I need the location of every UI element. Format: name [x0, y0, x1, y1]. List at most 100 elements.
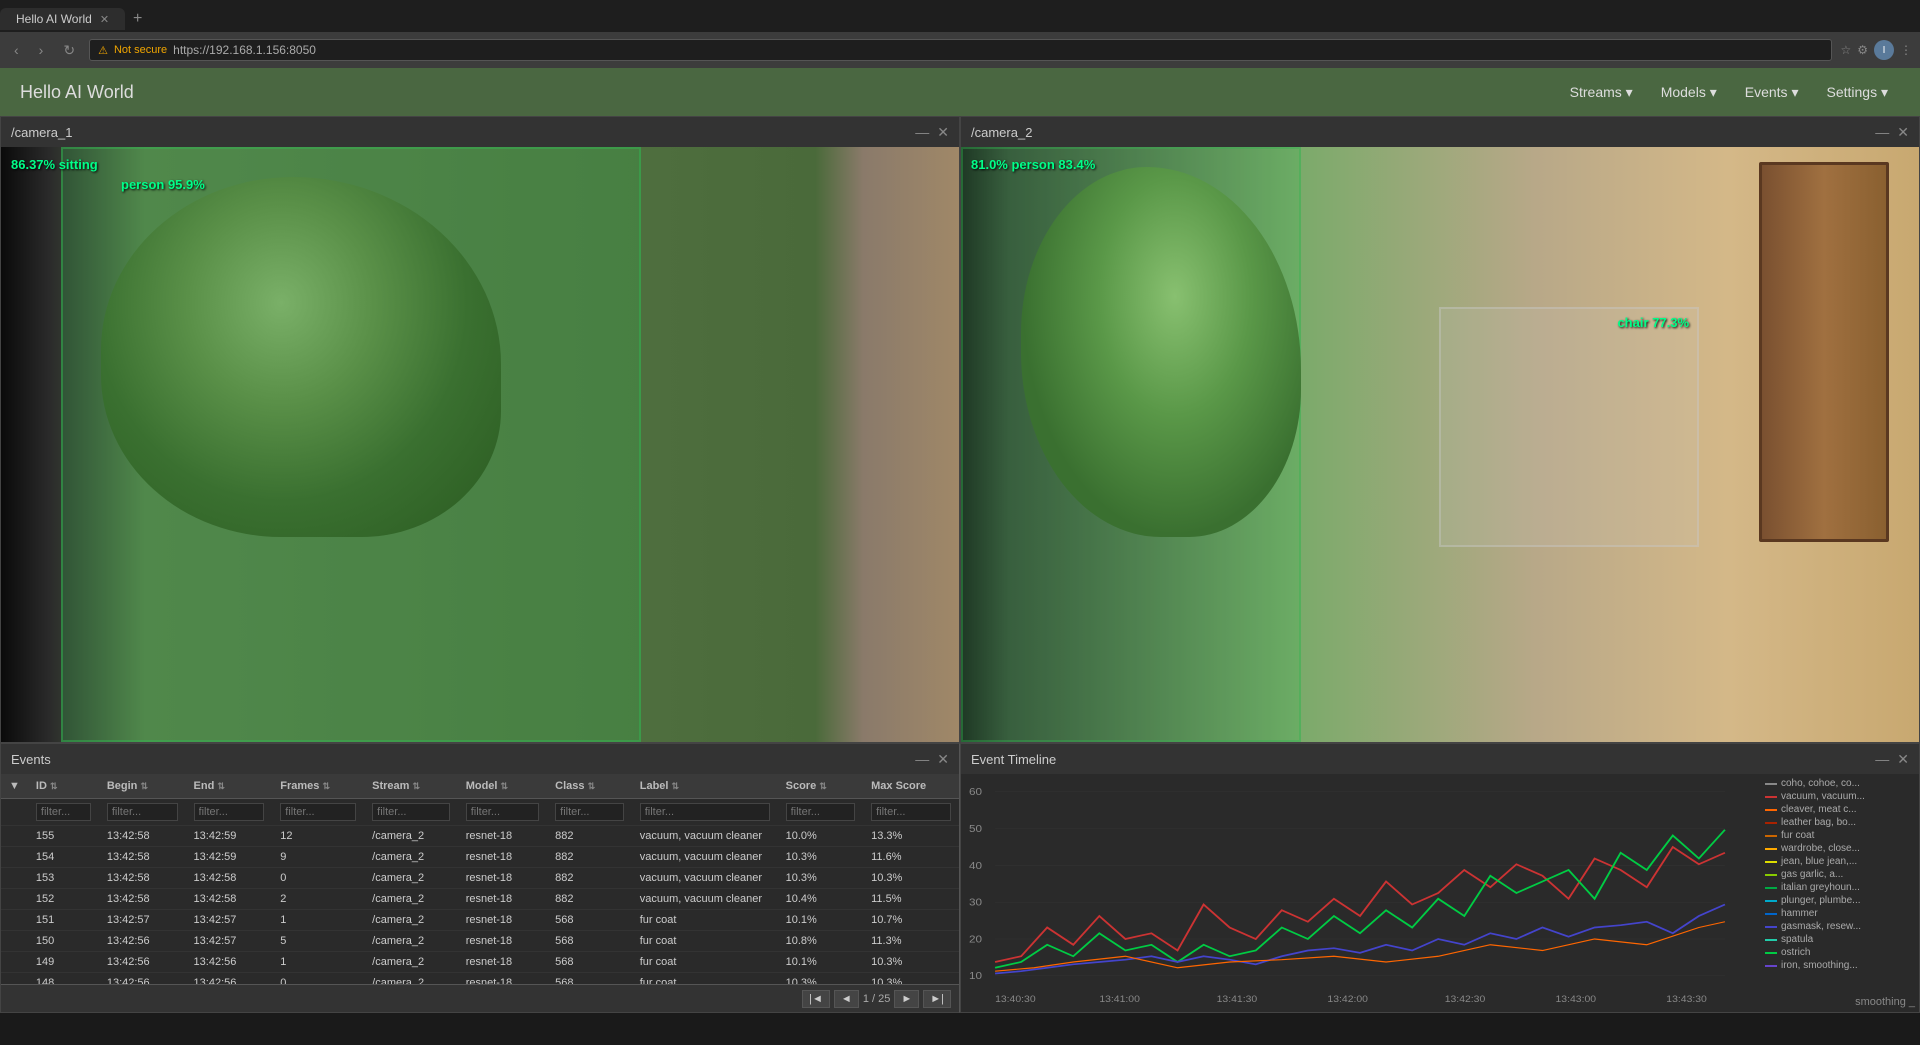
refresh-button[interactable]: ↻	[57, 40, 81, 61]
legend-color	[1765, 783, 1777, 785]
table-row[interactable]: 155 13:42:58 13:42:59 12 /camera_2 resne…	[1, 826, 959, 847]
col-header-model[interactable]: Model ⇅	[458, 774, 547, 799]
col-header-sort[interactable]: ▼	[1, 774, 28, 799]
camera1-close[interactable]: ✕	[937, 124, 949, 141]
next-page-button[interactable]: ►	[894, 990, 919, 1008]
table-row[interactable]: 154 13:42:58 13:42:59 9 /camera_2 resnet…	[1, 847, 959, 868]
legend-label: plunger, plumbe...	[1781, 895, 1861, 906]
events-header: Events — ✕	[1, 744, 959, 774]
legend-label: iron, smoothing...	[1781, 960, 1858, 971]
filter-maxscore-cell[interactable]	[863, 799, 959, 826]
filter-id-input[interactable]	[36, 803, 91, 821]
col-header-end[interactable]: End ⇅	[186, 774, 273, 799]
filter-row	[1, 799, 959, 826]
col-header-begin[interactable]: Begin ⇅	[99, 774, 186, 799]
table-row[interactable]: 153 13:42:58 13:42:58 0 /camera_2 resnet…	[1, 868, 959, 889]
filter-label-input[interactable]	[640, 803, 770, 821]
filter-id-cell[interactable]	[28, 799, 99, 826]
nav-models[interactable]: Models ▾	[1649, 78, 1729, 107]
legend-item: coho, cohoe, co...	[1765, 778, 1915, 789]
filter-maxscore-input[interactable]	[871, 803, 951, 821]
filter-stream-input[interactable]	[372, 803, 450, 821]
filter-class-cell[interactable]	[547, 799, 632, 826]
video-row: /camera_1 — ✕ 86.37% sitting	[0, 116, 1920, 743]
table-row[interactable]: 151 13:42:57 13:42:57 1 /camera_2 resnet…	[1, 910, 959, 931]
timeline-close[interactable]: ✕	[1897, 751, 1909, 768]
filter-label-cell[interactable]	[632, 799, 778, 826]
back-button[interactable]: ‹	[8, 40, 25, 60]
table-row[interactable]: 148 13:42:56 13:42:56 0 /camera_2 resnet…	[1, 973, 959, 985]
filter-begin-cell[interactable]	[99, 799, 186, 826]
legend-color	[1765, 822, 1777, 824]
legend-item: vacuum, vacuum...	[1765, 791, 1915, 802]
svg-text:13:42:00: 13:42:00	[1327, 995, 1368, 1005]
legend-item: ostrich	[1765, 947, 1915, 958]
cam2-chair-box	[1439, 307, 1699, 547]
timeline-minimize[interactable]: —	[1875, 751, 1889, 768]
active-tab[interactable]: Hello AI World ✕	[0, 8, 125, 30]
camera2-header: /camera_2 — ✕	[961, 117, 1919, 147]
filter-end-input[interactable]	[194, 803, 265, 821]
menu-icon[interactable]: ⋮	[1900, 43, 1912, 57]
col-header-stream[interactable]: Stream ⇅	[364, 774, 458, 799]
legend-color	[1765, 887, 1777, 889]
cam1-person-label: person 95.9%	[121, 177, 205, 192]
legend-item: leather bag, bo...	[1765, 817, 1915, 828]
events-content: ▼ ID ⇅ Begin ⇅ End ⇅ Frames ⇅ Stream ⇅ M…	[1, 774, 959, 1012]
camera2-minimize[interactable]: —	[1875, 124, 1889, 141]
events-table: ▼ ID ⇅ Begin ⇅ End ⇅ Frames ⇅ Stream ⇅ M…	[1, 774, 959, 984]
col-header-class[interactable]: Class ⇅	[547, 774, 632, 799]
filter-score-input[interactable]	[786, 803, 856, 821]
bookmark-icon[interactable]: ☆	[1840, 43, 1851, 57]
prev-page-button[interactable]: ◄	[834, 990, 859, 1008]
extensions-icon[interactable]: ⚙	[1857, 43, 1868, 57]
filter-frames-cell[interactable]	[272, 799, 364, 826]
legend-label: cleaver, meat c...	[1781, 804, 1857, 815]
nav-streams[interactable]: Streams ▾	[1558, 78, 1645, 107]
new-tab-button[interactable]: +	[125, 10, 150, 28]
bottom-row: Events — ✕ ▼ ID ⇅ Begin ⇅ End ⇅	[0, 743, 1920, 1013]
address-bar[interactable]: ⚠ Not secure https://192.168.1.156:8050	[89, 39, 1832, 61]
filter-score-cell[interactable]	[778, 799, 864, 826]
table-row[interactable]: 152 13:42:58 13:42:58 2 /camera_2 resnet…	[1, 889, 959, 910]
legend-color	[1765, 900, 1777, 902]
col-header-maxscore[interactable]: Max Score	[863, 774, 959, 799]
timeline-controls: — ✕	[1875, 751, 1909, 768]
camera2-panel: /camera_2 — ✕	[960, 116, 1920, 743]
tab-title: Hello AI World	[16, 12, 92, 26]
filter-end-cell[interactable]	[186, 799, 273, 826]
address-text: https://192.168.1.156:8050	[173, 43, 316, 57]
events-close[interactable]: ✕	[937, 751, 949, 768]
events-minimize[interactable]: —	[915, 751, 929, 768]
svg-text:13:41:30: 13:41:30	[1217, 995, 1258, 1005]
events-scroll[interactable]: ▼ ID ⇅ Begin ⇅ End ⇅ Frames ⇅ Stream ⇅ M…	[1, 774, 959, 984]
filter-frames-input[interactable]	[280, 803, 356, 821]
nav-events[interactable]: Events ▾	[1733, 78, 1811, 107]
smoothing-label: smoothing _	[1855, 996, 1915, 1008]
tab-close-icon[interactable]: ✕	[100, 13, 109, 26]
filter-model-cell[interactable]	[458, 799, 547, 826]
filter-model-input[interactable]	[466, 803, 539, 821]
table-row[interactable]: 149 13:42:56 13:42:56 1 /camera_2 resnet…	[1, 952, 959, 973]
camera2-close[interactable]: ✕	[1897, 124, 1909, 141]
col-header-label[interactable]: Label ⇅	[632, 774, 778, 799]
events-table-body: 155 13:42:58 13:42:59 12 /camera_2 resne…	[1, 826, 959, 985]
camera1-title: /camera_1	[11, 125, 72, 140]
col-header-score[interactable]: Score ⇅	[778, 774, 864, 799]
table-row[interactable]: 150 13:42:56 13:42:57 5 /camera_2 resnet…	[1, 931, 959, 952]
svg-text:13:42:30: 13:42:30	[1445, 995, 1486, 1005]
nav-settings[interactable]: Settings ▾	[1814, 78, 1900, 107]
camera1-panel: /camera_1 — ✕ 86.37% sitting	[0, 116, 960, 743]
first-page-button[interactable]: |◄	[802, 990, 830, 1008]
cam2-door	[1759, 162, 1889, 542]
camera1-minimize[interactable]: —	[915, 124, 929, 141]
filter-stream-cell[interactable]	[364, 799, 458, 826]
legend-item: spatula	[1765, 934, 1915, 945]
forward-button[interactable]: ›	[33, 40, 50, 60]
user-account[interactable]: I	[1874, 40, 1894, 60]
col-header-frames[interactable]: Frames ⇅	[272, 774, 364, 799]
filter-class-input[interactable]	[555, 803, 624, 821]
filter-begin-input[interactable]	[107, 803, 178, 821]
last-page-button[interactable]: ►|	[923, 990, 951, 1008]
col-header-id[interactable]: ID ⇅	[28, 774, 99, 799]
